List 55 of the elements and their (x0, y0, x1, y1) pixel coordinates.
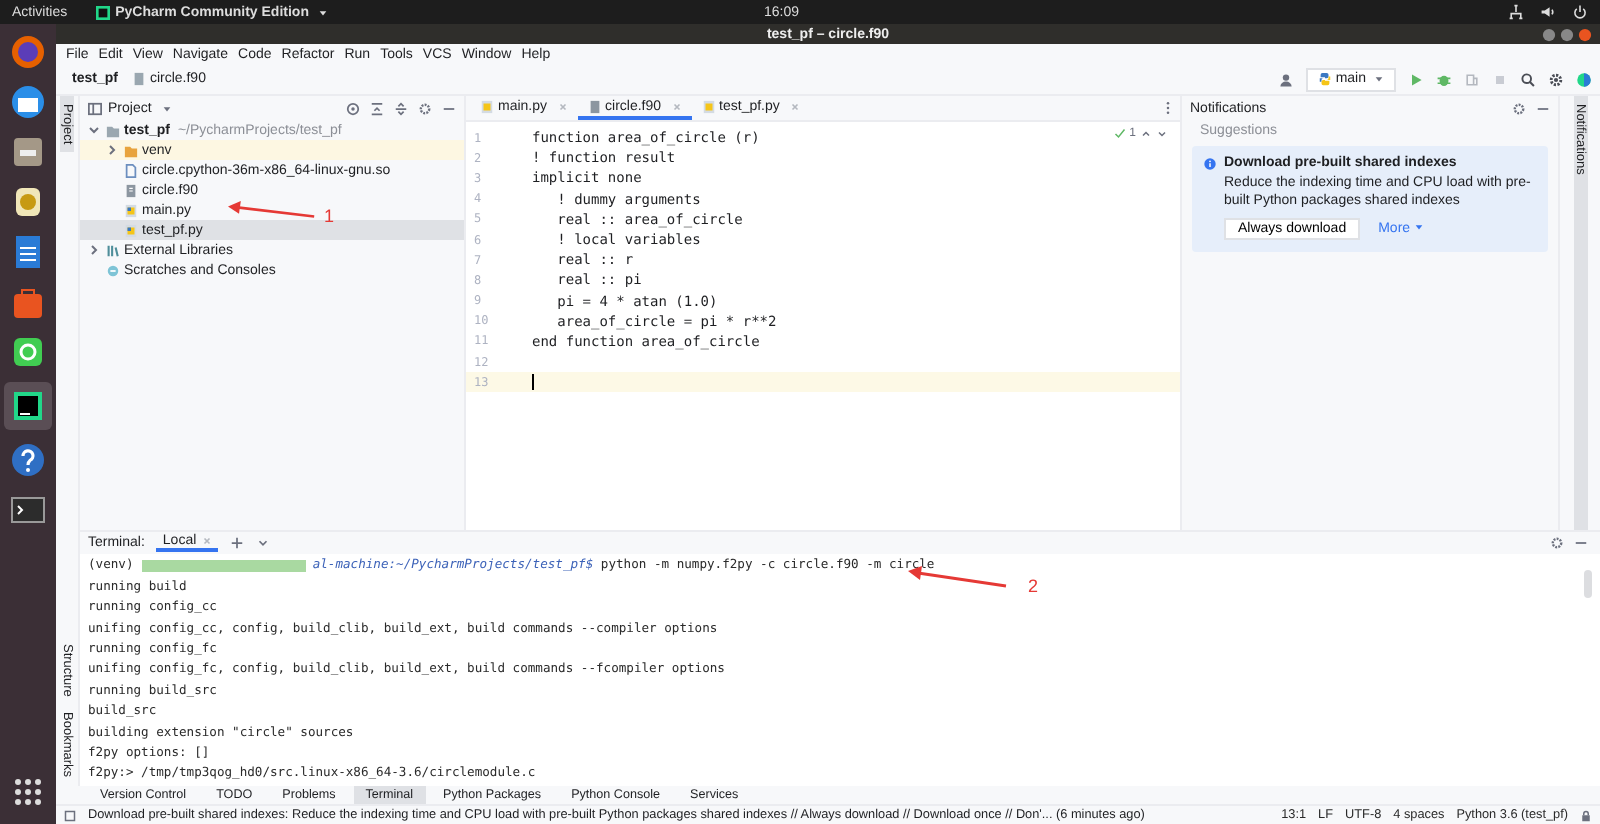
app-icon (95, 5, 110, 19)
python-file-icon (701, 99, 716, 113)
caret-icon (161, 103, 172, 113)
settings-icon[interactable] (1512, 101, 1526, 115)
python-file-icon (480, 99, 494, 113)
file-icon (131, 72, 146, 86)
expand-icon[interactable] (394, 101, 408, 115)
settings-icon[interactable] (1550, 535, 1564, 550)
python-file-icon (124, 223, 138, 237)
files-icon[interactable] (8, 132, 48, 172)
settings-icon[interactable] (1548, 71, 1564, 87)
mail-icon[interactable] (8, 82, 48, 122)
chevron-down-icon[interactable] (256, 535, 271, 550)
ide-icon[interactable] (8, 386, 48, 426)
volume-icon[interactable] (1540, 4, 1556, 20)
search-icon[interactable] (1520, 71, 1536, 87)
more-icon[interactable] (1164, 100, 1172, 116)
panel-icon (88, 101, 102, 115)
status-icon[interactable] (64, 809, 76, 821)
maximize-button[interactable] (1560, 27, 1574, 41)
power-icon[interactable] (1572, 4, 1588, 20)
annotation-number: 2 (1028, 575, 1039, 596)
caret-icon (1374, 74, 1384, 84)
scratch-icon (106, 263, 120, 277)
settings-icon[interactable] (418, 101, 432, 115)
scrollbar-thumb[interactable] (1584, 569, 1592, 598)
chevron-icon[interactable] (88, 244, 100, 256)
network-icon[interactable] (1508, 4, 1524, 20)
text-cursor (532, 374, 534, 391)
file-icon (124, 163, 138, 177)
file-icon (124, 183, 138, 197)
close-button[interactable] (1578, 27, 1592, 41)
annotation-arrow (224, 200, 320, 222)
annotation-number: 1 (324, 206, 335, 226)
caret-icon (1414, 222, 1425, 232)
target-icon[interactable] (346, 101, 360, 115)
caret-icon (318, 7, 329, 17)
user-icon[interactable] (1277, 71, 1294, 87)
help-icon[interactable] (8, 440, 48, 480)
annotation-arrow (906, 565, 1010, 590)
python-icon (1317, 72, 1332, 86)
minimize-button[interactable] (1542, 27, 1556, 41)
ide-logo-icon[interactable] (1576, 71, 1592, 87)
lock-icon[interactable] (1580, 809, 1592, 821)
chevron-up-icon[interactable] (1140, 128, 1152, 140)
info-icon (1204, 157, 1216, 169)
python-file-icon (124, 203, 138, 217)
library-icon (106, 243, 120, 257)
browser-icon[interactable] (8, 32, 48, 72)
collapse-icon[interactable] (370, 101, 384, 115)
file-icon (587, 99, 602, 113)
check-icon[interactable] (1113, 128, 1126, 140)
add-icon[interactable] (230, 535, 245, 550)
app-icon[interactable] (8, 332, 48, 372)
chevron-down-icon[interactable] (1156, 128, 1168, 140)
